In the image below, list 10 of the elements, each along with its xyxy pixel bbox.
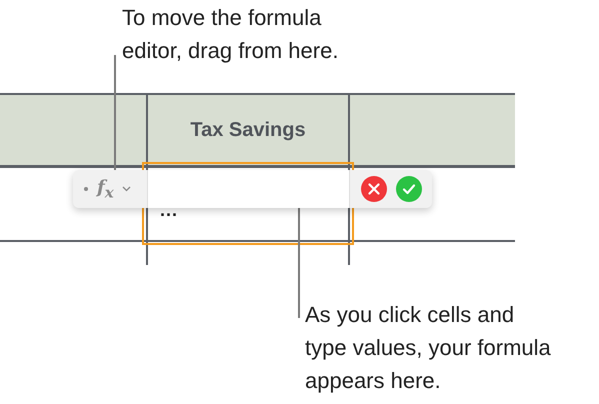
formula-field[interactable] <box>148 170 349 208</box>
function-symbol[interactable]: f$_{x}$ <box>97 176 114 202</box>
formula-editor[interactable]: f$_{x}$ <box>73 170 432 208</box>
chevron-icon[interactable] <box>122 186 131 192</box>
callout-text: As you click cells and type values, your formula appears here. <box>305 301 552 395</box>
column-header: Tax Savings <box>189 119 307 142</box>
cancel-icon[interactable] <box>360 176 386 202</box>
callout-text: To move the formula editor, drag from here. <box>122 4 340 65</box>
drag-handle-icon[interactable] <box>83 186 89 192</box>
accept-icon[interactable] <box>396 176 422 202</box>
